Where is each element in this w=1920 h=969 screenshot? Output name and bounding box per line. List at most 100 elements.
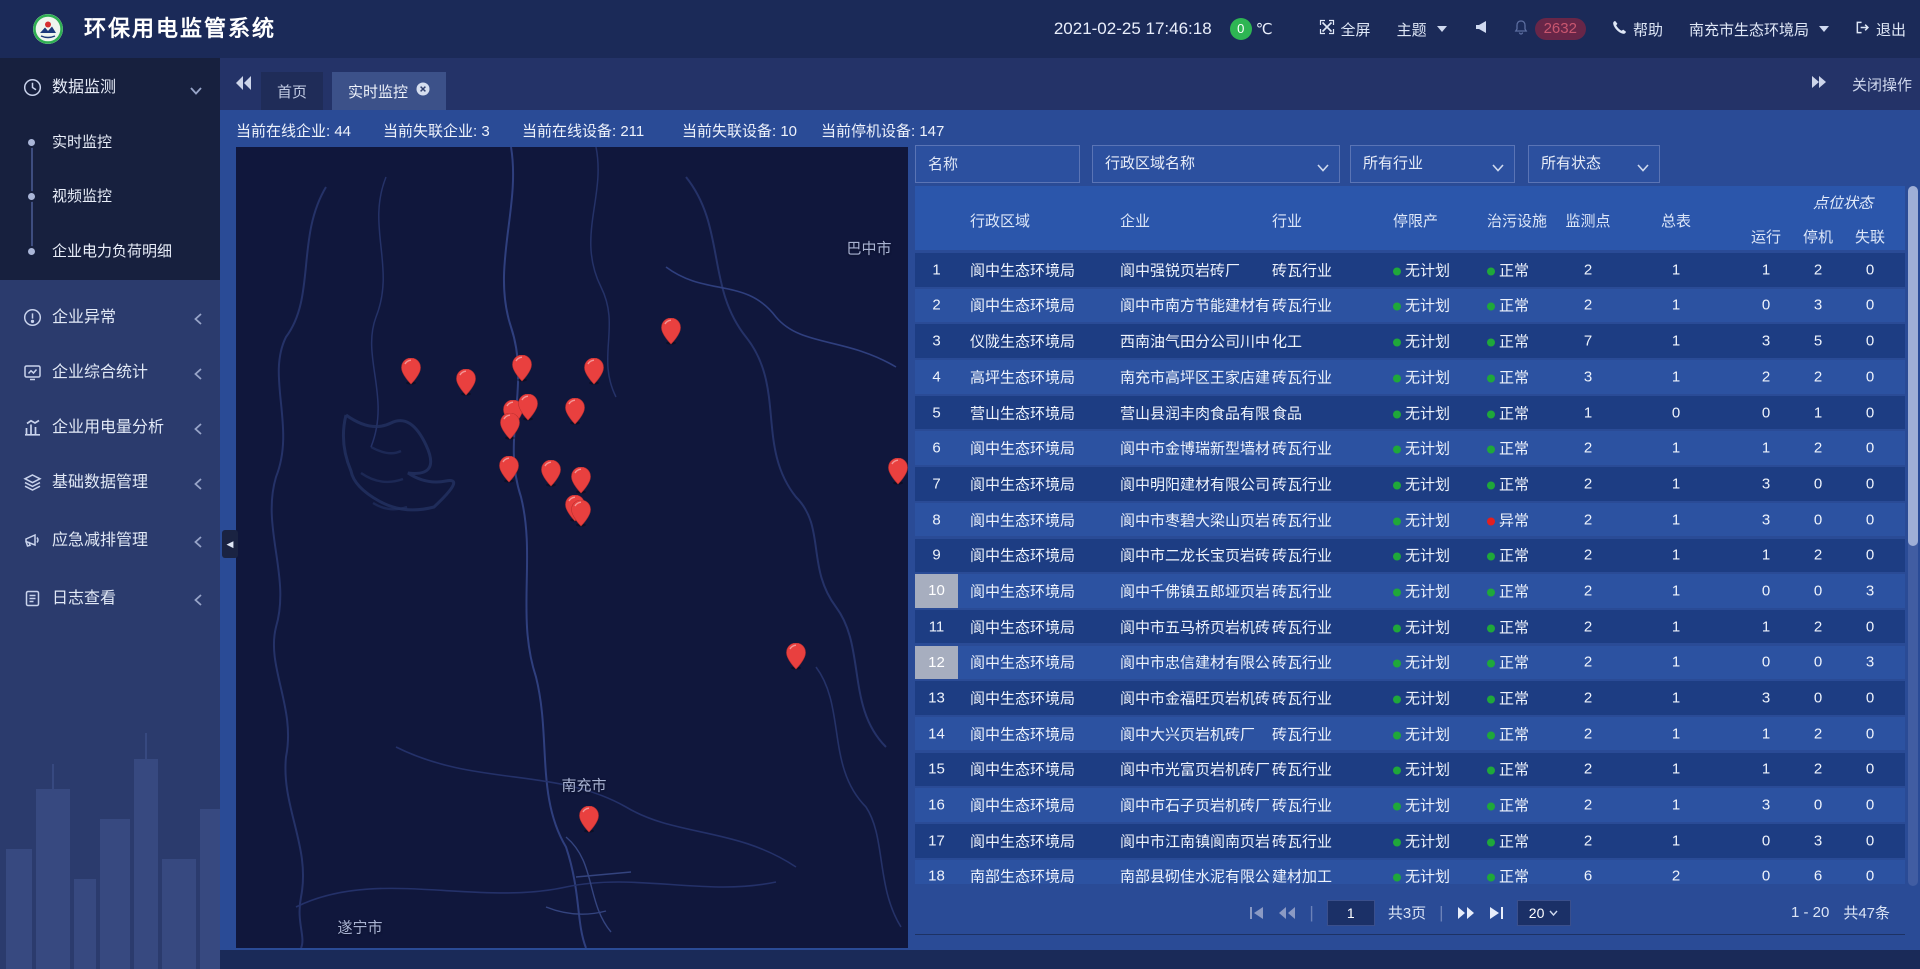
- fullscreen-button[interactable]: 全屏: [1319, 19, 1371, 40]
- table-row-13[interactable]: 13 阆中生态环境局 阆中市金福旺页岩机砖 砖瓦行业 无计划 正常 2 1 3 …: [915, 681, 1905, 715]
- sidebar-item-2[interactable]: 企业用电量分析: [0, 410, 220, 446]
- cell-facility-status: 正常: [1487, 473, 1529, 494]
- table-row-17[interactable]: 17 阆中生态环境局 阆中市江南镇阆南页岩 砖瓦行业 无计划 正常 2 1 0 …: [915, 824, 1905, 858]
- table-row-3[interactable]: 3 仪陇生态环境局 西南油气田分公司川中 化工 无计划 正常 7 1 3 5 0: [915, 324, 1905, 358]
- collapse-tabs-left-icon[interactable]: [235, 74, 253, 97]
- cell-lost: 3: [1847, 582, 1893, 599]
- col-group-point-status: 点位状态: [1795, 192, 1891, 213]
- table-row-18[interactable]: 18 南部生态环境局 南部县砌佳水泥有限公 建材加工 无计划 正常 6 2 0 …: [915, 860, 1905, 884]
- status-select[interactable]: 所有状态: [1528, 145, 1660, 183]
- table-row-16[interactable]: 16 阆中生态环境局 阆中市石子页岩机砖厂 砖瓦行业 无计划 正常 2 1 3 …: [915, 788, 1905, 822]
- org-dropdown[interactable]: 南充市生态环境局: [1689, 19, 1829, 40]
- page-number-input[interactable]: [1327, 900, 1375, 926]
- sidebar-subitem-0-active[interactable]: 实时监控: [0, 128, 220, 158]
- chevron-down-icon: [1819, 26, 1829, 32]
- sidebar-item-0[interactable]: 企业异常: [0, 300, 220, 336]
- tabbar: 首页 实时监控 关闭操作: [220, 58, 1920, 110]
- table-row-12[interactable]: 12 阆中生态环境局 阆中市忠信建材有限公 砖瓦行业 无计划 正常 2 1 0 …: [915, 646, 1905, 680]
- cell-stopped: 1: [1795, 404, 1841, 421]
- cell-facility-status: 正常: [1487, 652, 1529, 673]
- sidebar-subitem-2[interactable]: 企业电力负荷明细: [0, 237, 220, 267]
- cell-total-meters: 1: [1653, 547, 1699, 564]
- map-pin-6[interactable]: [518, 394, 538, 421]
- map-pin-2[interactable]: [512, 355, 532, 382]
- first-page-icon[interactable]: [1249, 906, 1265, 920]
- region-select[interactable]: 行政区域名称: [1092, 145, 1340, 183]
- bell-icon[interactable]: [1513, 19, 1529, 39]
- page-title: 环保用电监管系统: [84, 0, 276, 58]
- col-monitor: 监测点: [1565, 210, 1611, 231]
- sound-toggle[interactable]: [1473, 20, 1487, 38]
- cell-limit-status: 无计划: [1393, 366, 1450, 387]
- map-panel[interactable]: 巴中市南充市遂宁市: [236, 147, 908, 948]
- map-collapse-handle[interactable]: ◀: [222, 530, 238, 558]
- table-row-9[interactable]: 9 阆中生态环境局 阆中市二龙长宝页岩砖 砖瓦行业 无计划 正常 2 1 1 2…: [915, 539, 1905, 573]
- bullet-dot-icon: [26, 137, 37, 148]
- tab-1-active[interactable]: 实时监控: [332, 72, 446, 110]
- map-pin-9[interactable]: [499, 456, 519, 483]
- sidebar-item-1[interactable]: 企业综合统计: [0, 355, 220, 391]
- table-row-11[interactable]: 11 阆中生态环境局 阆中市五马桥页岩机砖 砖瓦行业 无计划 正常 2 1 1 …: [915, 610, 1905, 644]
- name-search-input[interactable]: [915, 145, 1080, 183]
- logout-button[interactable]: 退出: [1855, 19, 1906, 40]
- sidebar-item-5[interactable]: 日志查看: [0, 581, 220, 617]
- map-pin-8[interactable]: [565, 398, 585, 425]
- map-pin-16[interactable]: [579, 806, 599, 833]
- close-operations-button[interactable]: 关闭操作: [1852, 74, 1912, 95]
- page-size-select[interactable]: 20: [1517, 900, 1571, 926]
- last-page-icon[interactable]: [1488, 906, 1504, 920]
- topbar: 环保用电监管系统 2021-02-25 17:46:18 0 ℃ 全屏 主题: [0, 0, 1920, 58]
- cell-company: 阆中市五马桥页岩机砖: [1120, 616, 1272, 637]
- cell-monitor-points: 1: [1565, 404, 1611, 421]
- cell-region: 阆中生态环境局: [970, 688, 1075, 709]
- map-pin-7[interactable]: [500, 413, 520, 440]
- help-button[interactable]: 帮助: [1612, 19, 1663, 40]
- notification-count-badge[interactable]: 2632: [1535, 18, 1586, 40]
- table-row-2[interactable]: 2 阆中生态环境局 阆中市南方节能建材有 砖瓦行业 无计划 正常 2 1 0 3…: [915, 289, 1905, 323]
- table-row-6[interactable]: 6 阆中生态环境局 阆中市金博瑞新型墙材 砖瓦行业 无计划 正常 2 1 1 2…: [915, 431, 1905, 465]
- bullet-dot-icon: [26, 246, 37, 257]
- cell-monitor-points: 2: [1565, 475, 1611, 492]
- cell-industry: 食品: [1272, 402, 1302, 423]
- cell-company: 阆中市南方节能建材有: [1120, 295, 1272, 316]
- map-pin-14[interactable]: [888, 458, 908, 485]
- table-row-4[interactable]: 4 高坪生态环境局 南充市高坪区王家店建 砖瓦行业 无计划 正常 3 1 2 2…: [915, 360, 1905, 394]
- scroll-tabs-right-icon[interactable]: [1810, 73, 1828, 95]
- map-pin-1[interactable]: [456, 369, 476, 396]
- table-scrollbar: [1908, 186, 1918, 886]
- chevron-down-icon: [1637, 159, 1649, 176]
- cell-monitor-points: 2: [1565, 582, 1611, 599]
- sidebar-item-3[interactable]: 基础数据管理: [0, 465, 220, 501]
- table-row-15[interactable]: 15 阆中生态环境局 阆中市光富页岩机砖厂 砖瓦行业 无计划 正常 2 1 1 …: [915, 753, 1905, 787]
- divider: |: [1309, 903, 1313, 923]
- record-range: 1 - 20: [1791, 904, 1829, 921]
- industry-select[interactable]: 所有行业: [1350, 145, 1515, 183]
- row-index: 5: [915, 404, 958, 421]
- prev-page-icon[interactable]: [1278, 906, 1296, 920]
- map-pin-0[interactable]: [401, 358, 421, 385]
- city-label-0: 巴中市: [846, 238, 891, 259]
- map-pin-11[interactable]: [571, 467, 591, 494]
- table-row-5[interactable]: 5 营山生态环境局 营山县润丰肉食品有限 食品 无计划 正常 1 0 0 1 0: [915, 396, 1905, 430]
- map-pin-10[interactable]: [541, 460, 561, 487]
- table-row-8[interactable]: 8 阆中生态环境局 阆中市枣碧大梁山页岩 砖瓦行业 无计划 异常 2 1 3 0…: [915, 503, 1905, 537]
- table-scrollbar-thumb[interactable]: [1908, 186, 1918, 546]
- table-row-7[interactable]: 7 阆中生态环境局 阆中明阳建材有限公司 砖瓦行业 无计划 正常 2 1 3 0…: [915, 467, 1905, 501]
- bottom-strip: [220, 950, 1920, 969]
- table-row-14[interactable]: 14 阆中生态环境局 阆中大兴页岩机砖厂 砖瓦行业 无计划 正常 2 1 1 2…: [915, 717, 1905, 751]
- cell-monitor-points: 6: [1565, 868, 1611, 884]
- cell-total-meters: 1: [1653, 797, 1699, 814]
- tab-0[interactable]: 首页: [261, 72, 323, 110]
- sidebar-item-data-monitor[interactable]: 数据监测: [0, 68, 220, 108]
- map-pin-3[interactable]: [584, 358, 604, 385]
- table-row-1[interactable]: 1 阆中生态环境局 阆中强锐页岩砖厂 砖瓦行业 无计划 正常 2 1 1 2 0: [915, 253, 1905, 287]
- map-pin-4[interactable]: [661, 318, 681, 345]
- next-page-icon[interactable]: [1457, 906, 1475, 920]
- map-pin-15[interactable]: [786, 643, 806, 670]
- table-row-10[interactable]: 10 阆中生态环境局 阆中千佛镇五郎垭页岩 砖瓦行业 无计划 正常 2 1 0 …: [915, 574, 1905, 608]
- sidebar-subitem-1[interactable]: 视频监控: [0, 182, 220, 212]
- close-tab-icon[interactable]: [416, 82, 430, 100]
- sidebar-item-4[interactable]: 应急减排管理: [0, 523, 220, 559]
- map-pin-13[interactable]: [571, 500, 591, 527]
- theme-dropdown[interactable]: 主题: [1397, 19, 1447, 40]
